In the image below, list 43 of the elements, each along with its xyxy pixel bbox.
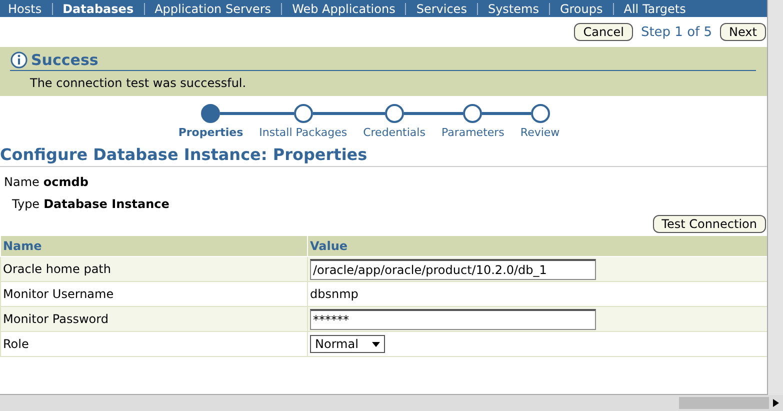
message-text: The connection test was successful. [29,75,248,90]
nav-tab[interactable]: Groups [560,2,603,16]
input-field[interactable]: /oracle/app/oracle/product/10.2.0/db_1 [310,258,596,280]
train-stop-icon[interactable] [530,104,550,123]
input-field[interactable]: ****** [310,308,596,330]
next-button[interactable]: Next [720,23,766,41]
table-cell: dbsnmp [310,287,358,301]
nav-tab[interactable]: All Targets [624,2,686,16]
train-stop-icon[interactable] [201,104,220,123]
role-dropdown[interactable]: Normal [310,335,386,353]
message-title: Success [31,51,98,69]
test-connection-button[interactable]: Test Connection [652,215,766,233]
table-cell: Oracle home path [0,256,308,282]
train-step-label[interactable]: Credentials [355,123,434,139]
info-label: Name [4,175,40,189]
table-cell: Monitor Password [0,306,308,332]
nav-tab[interactable]: Services [416,2,467,16]
right-arrow-icon[interactable] [773,399,779,407]
train-step-label[interactable]: Properties [170,123,252,139]
nav-tab[interactable]: Application Servers [154,2,272,16]
train-stop-icon[interactable] [463,104,482,123]
nav-tab[interactable]: Databases [62,2,134,16]
table-cell: Role [0,332,308,356]
column-header: Name [0,236,308,256]
cancel-button[interactable]: Cancel [574,23,633,41]
vertical-scrollbar[interactable] [767,0,783,395]
info-label: Type [12,197,40,211]
info-icon [10,51,28,69]
nav-tab[interactable]: Web Applications [292,2,396,16]
info-value: Database Instance [44,197,170,211]
train-step-label[interactable]: Install Packages [251,123,356,139]
column-header: Value [308,236,768,256]
page-heading: Configure Database Instance: Properties [0,145,768,167]
nav-tab[interactable]: Systems [488,2,539,16]
nav-tab[interactable]: Hosts [8,2,42,16]
train-stop-icon[interactable] [294,104,313,123]
info-value: ocmdb [43,175,88,189]
train-step-label[interactable]: Parameters [433,123,512,139]
caret-icon [372,342,380,346]
train-stop-icon[interactable] [384,104,404,123]
train-step-label[interactable]: Review [512,123,568,139]
step-indicator: Step 1 of 5 [640,24,712,40]
horizontal-scrollbar[interactable] [0,394,783,411]
